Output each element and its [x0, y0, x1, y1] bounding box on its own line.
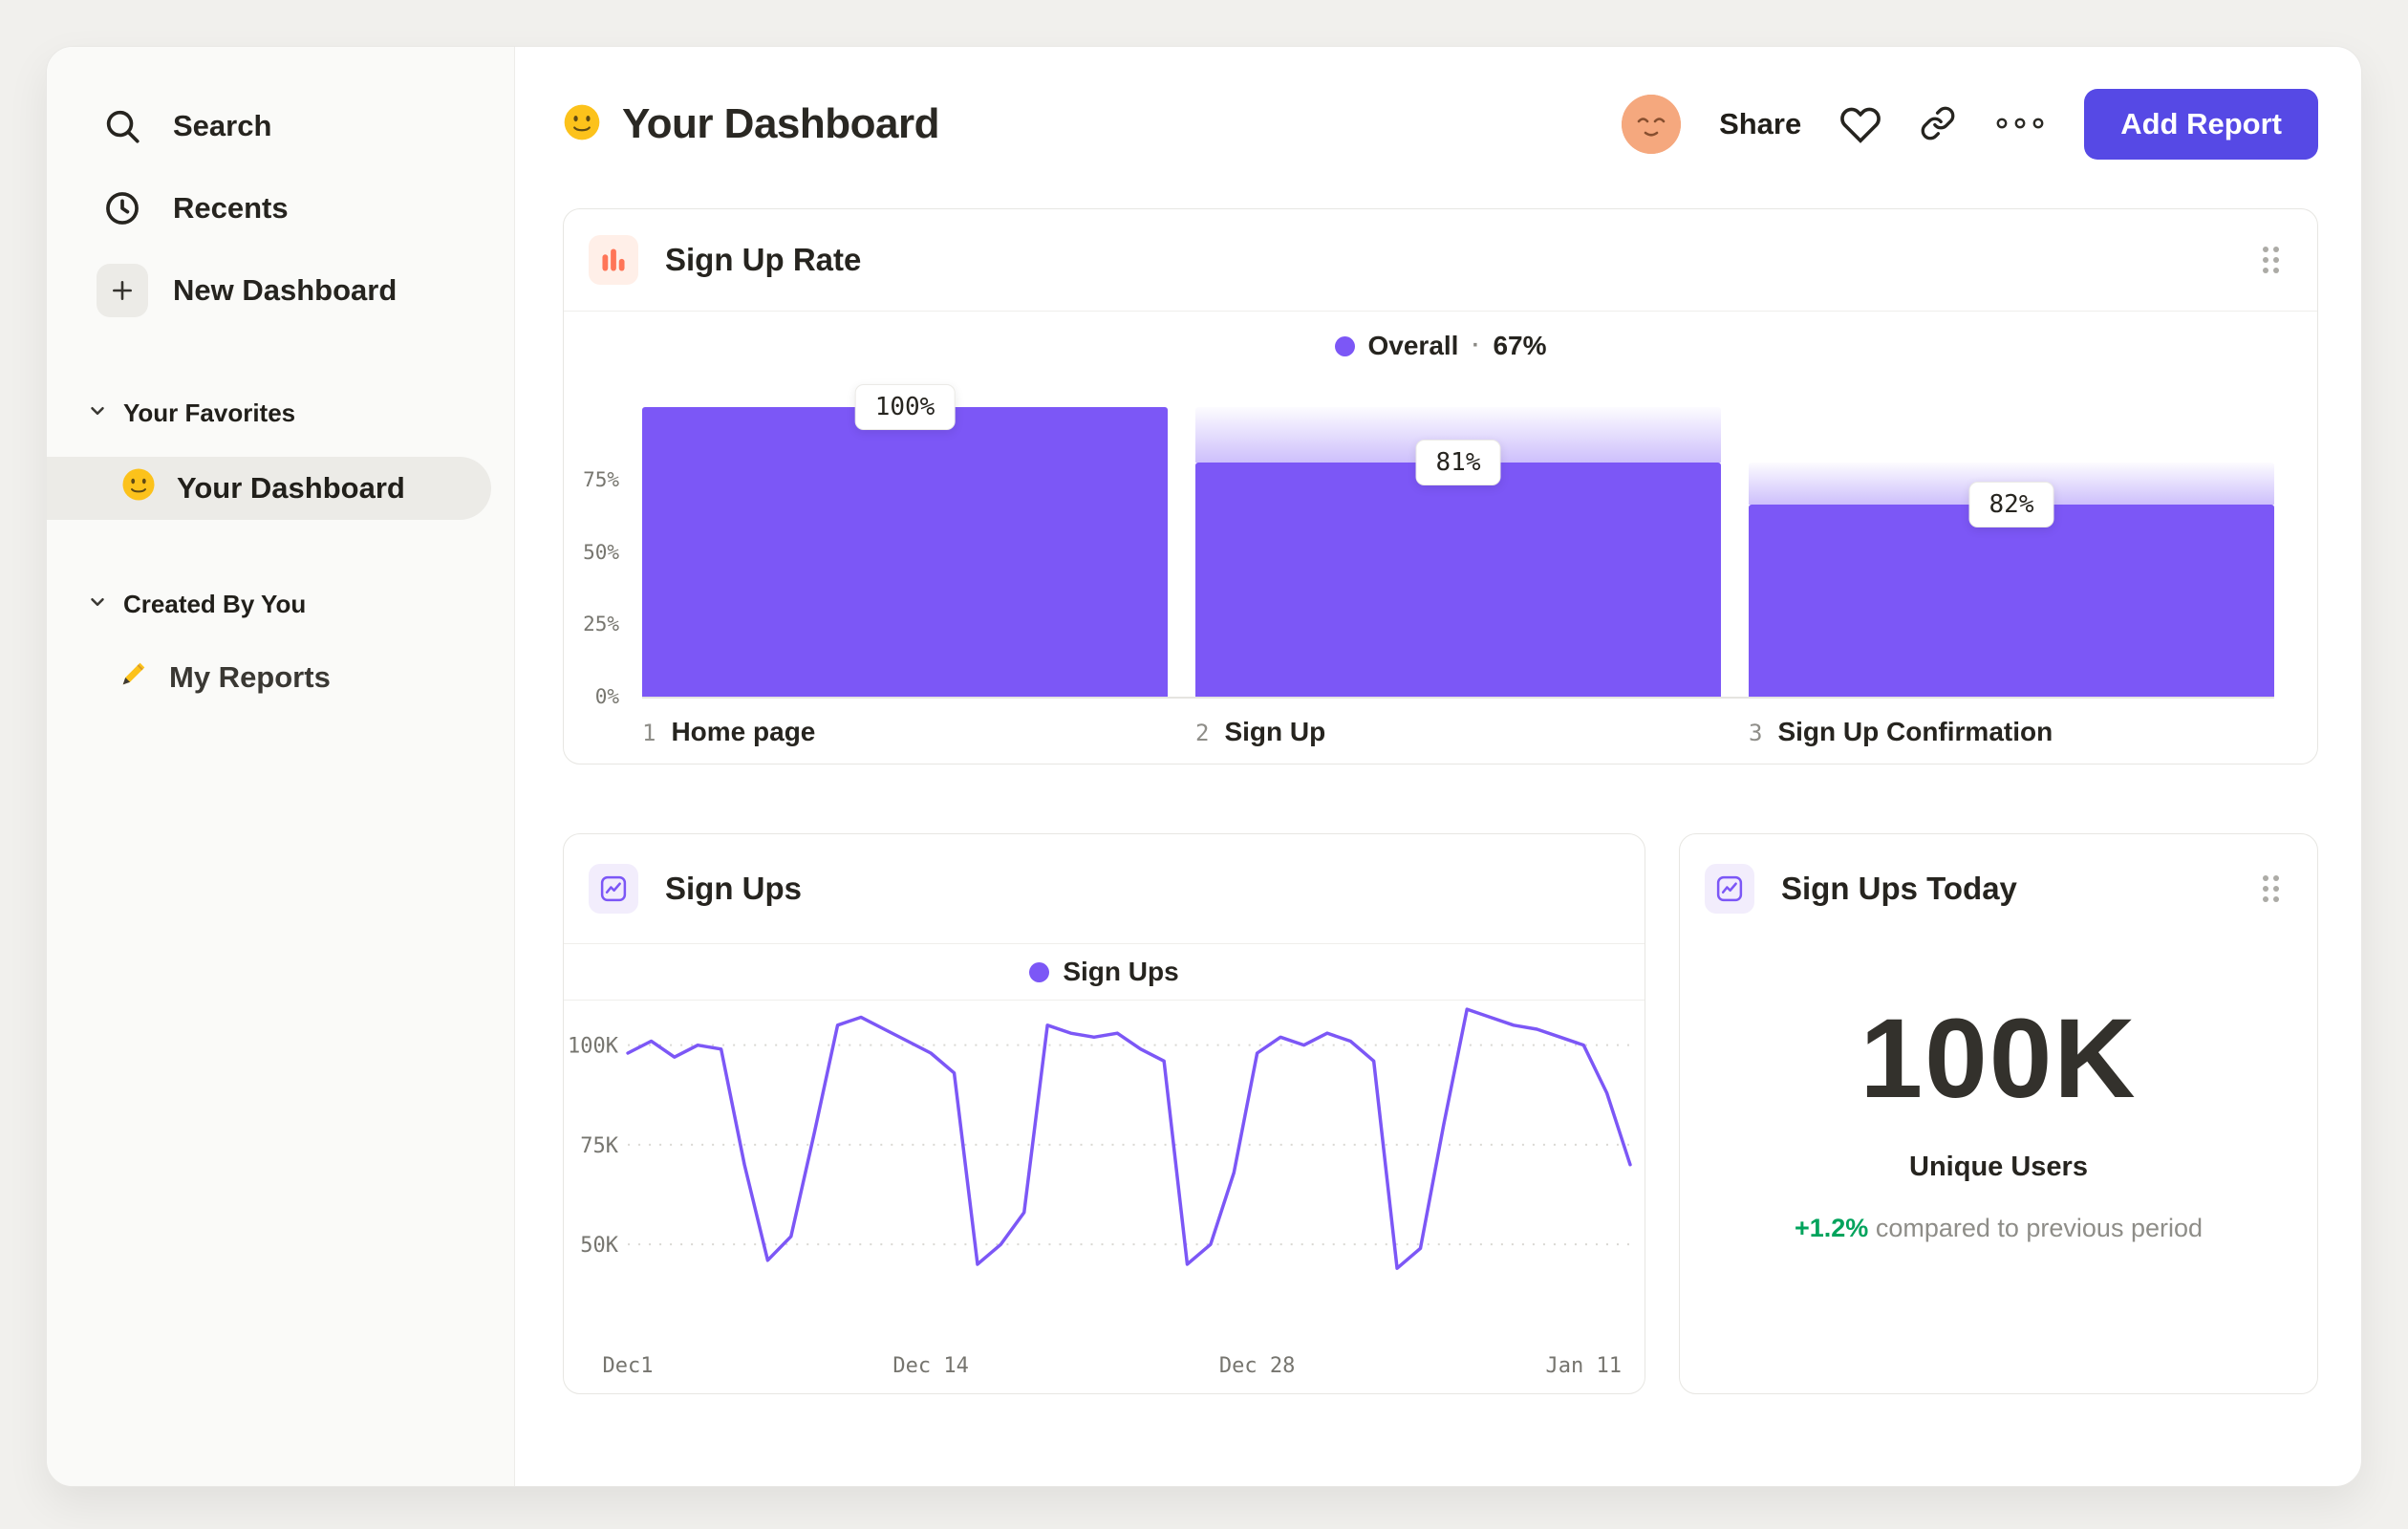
page-title: Your Dashboard [622, 100, 940, 147]
step-number: 3 [1749, 720, 1763, 746]
card-title: Sign Ups Today [1781, 871, 2017, 906]
step-name: Sign Up [1224, 717, 1326, 746]
sidebar-item-label: New Dashboard [173, 273, 398, 307]
sign-up-rate-card: Sign Up Rate Overall · 67% 75% 50% 25% 0% 1… [563, 208, 2318, 764]
legend-dot [1029, 961, 1050, 982]
funnel-chart[interactable]: Overall · 67% 75% 50% 25% 0% 100% 81% 82% 1 Ho… [564, 312, 2317, 764]
line-legend: Sign Ups [564, 944, 1645, 1001]
smiley-icon [121, 467, 156, 509]
kpi-subtitle: Unique Users [1909, 1152, 2088, 1182]
dashboard-header: Your Dashboard Share Add Report [563, 89, 2318, 160]
funnel-step-label: 1 Home page [642, 717, 815, 747]
legend-dot [1334, 335, 1355, 356]
smiley-icon [563, 103, 601, 146]
step-name: Sign Up Confirmation [1777, 717, 2053, 746]
heart-icon [1839, 102, 1881, 147]
step-name: Home page [671, 717, 816, 746]
plus-icon [97, 264, 148, 317]
share-button[interactable]: Share [1719, 107, 1801, 141]
step-number: 1 [642, 720, 656, 746]
svg-text:50K: 50K [580, 1234, 619, 1258]
funnel-bar-value: 100% [854, 384, 956, 430]
pencil-icon [118, 657, 150, 698]
kpi-value: 100K [1860, 996, 2138, 1122]
funnel-bar-fill [1195, 462, 1721, 697]
line-chart-icon [1705, 864, 1754, 914]
svg-text:Jan 11: Jan 11 [1545, 1354, 1622, 1378]
favorite-heart-button[interactable] [1839, 102, 1881, 147]
legend-label: Overall [1367, 331, 1459, 360]
sign-ups-card: Sign Ups Sign Ups 100K 75K 50K Dec1 Dec 14 De… [563, 833, 1645, 1394]
step-number: 2 [1195, 720, 1210, 746]
sidebar-item-my-reports[interactable]: My Reports [47, 644, 514, 711]
section-created-by-you[interactable]: Created By You [47, 575, 514, 633]
sidebar-item-label: Your Dashboard [177, 471, 405, 505]
sidebar-item-label: My Reports [169, 660, 331, 694]
funnel-step-labels: 1 Home page 2 Sign Up 3 Sign Up Confirmation [642, 717, 2274, 755]
copy-link-button[interactable] [1920, 105, 1956, 144]
main-content: Your Dashboard Share Add Report Sign Up … [515, 47, 2361, 1486]
funnel-y-tick: 25% [583, 613, 619, 636]
kpi-block: 100K Unique Users +1.2% compared to prev… [1680, 943, 2317, 1243]
chevron-down-icon [87, 398, 108, 428]
line-chart[interactable]: 100K 75K 50K Dec1 Dec 14 Dec 28 Jan 11 [564, 1001, 1645, 1393]
funnel-bar-fill [642, 407, 1168, 697]
funnel-y-tick: 0% [594, 685, 619, 708]
drag-handle-icon[interactable] [2263, 247, 2279, 273]
kpi-delta-note: compared to previous period [1875, 1214, 2204, 1242]
sign-ups-today-card: Sign Ups Today 100K Unique Users +1.2% c… [1679, 833, 2318, 1394]
funnel-bar-1[interactable]: 100% [642, 384, 1168, 697]
funnel-bar-value: 82% [1968, 481, 2054, 528]
app-window: Search Recents New Dashboard Your Favori… [46, 46, 2362, 1487]
legend-label: Sign Ups [1063, 957, 1179, 986]
search-icon [97, 100, 148, 152]
ellipsis-icon [1994, 114, 2046, 136]
add-report-button[interactable]: Add Report [2084, 89, 2318, 160]
card-title: Sign Ups [665, 871, 803, 906]
funnel-plot: 100% 81% 82% [642, 384, 2274, 699]
funnel-chart-icon [589, 235, 638, 285]
section-label: Your Favorites [123, 398, 296, 427]
more-options-button[interactable] [1994, 114, 2046, 136]
legend-value: 67% [1493, 331, 1547, 360]
funnel-bar-3[interactable]: 82% [1749, 407, 2274, 697]
line-chart-icon [589, 864, 638, 914]
svg-text:Dec 14: Dec 14 [892, 1354, 969, 1378]
sidebar-item-label: Search [173, 109, 272, 142]
svg-text:Dec1: Dec1 [603, 1354, 654, 1378]
funnel-y-tick: 50% [583, 540, 619, 564]
kpi-delta: +1.2% [1794, 1214, 1869, 1242]
funnel-legend: Overall · 67% [564, 331, 2317, 361]
funnel-y-tick: 75% [583, 467, 619, 491]
sidebar-item-recents[interactable]: Recents [47, 167, 514, 249]
svg-text:75K: 75K [580, 1134, 619, 1158]
user-avatar[interactable] [1622, 95, 1682, 154]
legend-separator: · [1472, 333, 1480, 358]
link-icon [1920, 105, 1956, 144]
funnel-bar-2[interactable]: 81% [1195, 407, 1721, 697]
svg-text:100K: 100K [568, 1035, 619, 1059]
sidebar-item-new-dashboard[interactable]: New Dashboard [47, 249, 514, 332]
clock-icon [97, 183, 148, 234]
sidebar-item-label: Recents [173, 191, 289, 225]
sidebar: Search Recents New Dashboard Your Favori… [47, 47, 515, 1486]
funnel-step-label: 2 Sign Up [1195, 717, 1325, 747]
funnel-step-label: 3 Sign Up Confirmation [1749, 717, 2053, 747]
funnel-bar-value: 81% [1415, 439, 1501, 485]
drag-handle-icon[interactable] [2263, 875, 2279, 902]
funnel-bar-fill [1749, 504, 2274, 697]
sidebar-item-search[interactable]: Search [47, 85, 514, 167]
card-title: Sign Up Rate [665, 242, 862, 277]
chevron-down-icon [87, 590, 108, 619]
svg-text:Dec 28: Dec 28 [1219, 1354, 1296, 1378]
sidebar-item-your-dashboard[interactable]: Your Dashboard [47, 457, 491, 520]
section-label: Created By You [123, 589, 307, 618]
section-your-favorites[interactable]: Your Favorites [47, 384, 514, 441]
